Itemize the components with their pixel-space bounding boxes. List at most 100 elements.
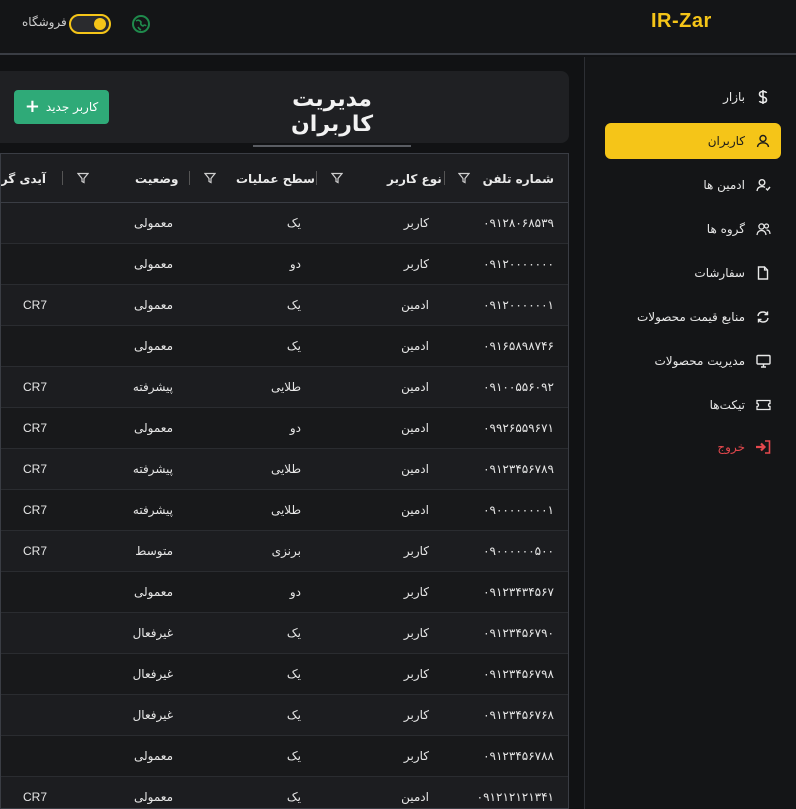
sidebar-item-label: تیکت‌ها: [709, 398, 745, 412]
cell-user-type: ادمین: [401, 380, 429, 394]
sidebar-item-groups[interactable]: گروه ها: [605, 211, 781, 247]
table-row[interactable]: ۰۹۱۲۳۴۵۶۷۹۰ کاربر یک غیرفعال: [1, 613, 568, 654]
store-toggle-label: فروشگاه: [22, 15, 67, 29]
table-row[interactable]: ۰۹۹۲۶۵۵۹۶۷۱ ادمین دو معمولی CR7: [1, 408, 568, 449]
cell-user-type: ادمین: [401, 421, 429, 435]
cell-user-type: ادمین: [401, 503, 429, 517]
sidebar-item-label: ادمین ها: [703, 178, 745, 192]
cell-operation-level: یک: [286, 708, 301, 722]
cell-phone: ۰۹۱۲۸۰۶۸۵۳۹: [483, 216, 554, 230]
table-row[interactable]: ۰۹۱۲۳۴۵۶۷۹۸ کاربر یک غیرفعال: [1, 654, 568, 695]
sidebar-item-logout[interactable]: خروج: [605, 429, 781, 465]
cell-phone: ۰۹۱۲۱۲۱۲۱۳۴۱: [476, 790, 554, 804]
sidebar-item-admins[interactable]: ادمین ها: [605, 167, 781, 203]
filter-icon[interactable]: [77, 172, 89, 184]
group-icon: [755, 221, 771, 237]
cell-user-type: کاربر: [403, 708, 429, 722]
cell-operation-level: یک: [286, 667, 301, 681]
sidebar-item-users[interactable]: کاربران: [605, 123, 781, 159]
cell-phone: ۰۹۱۲۰۰۰۰۰۰۱: [483, 298, 554, 312]
table-row[interactable]: ۰۹۱۲۱۲۱۲۱۳۴۱ ادمین یک معمولی CR7: [1, 777, 568, 808]
filter-icon[interactable]: [331, 172, 343, 184]
column-header-type[interactable]: نوع کاربر: [387, 154, 442, 203]
cell-phone: ۰۹۱۲۳۴۳۴۵۶۷: [483, 585, 554, 599]
cell-phone: ۰۹۱۰۰۵۵۶۰۹۲: [483, 380, 554, 394]
table-row[interactable]: ۰۹۱۶۵۸۹۸۷۴۶ ادمین یک معمولی: [1, 326, 568, 367]
cell-user-type: ادمین: [401, 339, 429, 353]
cell-user-type: کاربر: [403, 257, 429, 271]
cell-phone: ۰۹۱۲۳۴۵۶۷۶۸: [483, 708, 554, 722]
sidebar-item-label: خروج: [717, 440, 745, 454]
cell-user-type: ادمین: [401, 462, 429, 476]
cell-operation-level: یک: [286, 298, 301, 312]
table-row[interactable]: ۰۹۰۰۰۰۰۰۵۰۰ کاربر برنزی متوسط CR7: [1, 531, 568, 572]
cell-phone: ۰۹۰۰۰۰۰۰۰۰۱: [483, 503, 554, 517]
cell-phone: ۰۹۱۲۳۴۵۶۷۸۹: [483, 462, 554, 476]
cell-phone: ۰۹۰۰۰۰۰۰۵۰۰: [483, 544, 554, 558]
cell-status: معمولی: [133, 749, 173, 763]
cell-group-id: CR7: [23, 503, 48, 517]
sidebar-item-price-sources[interactable]: منابع قیمت محصولات: [605, 299, 781, 335]
globe-icon[interactable]: [131, 14, 151, 34]
cell-group-id: CR7: [23, 298, 48, 312]
cell-phone: ۰۹۱۲۳۴۵۶۷۹۰: [483, 626, 554, 640]
table-row[interactable]: ۰۹۱۲۳۴۳۴۵۶۷ کاربر دو معمولی: [1, 572, 568, 613]
cell-status: متوسط: [135, 544, 173, 558]
filter-icon[interactable]: [458, 172, 470, 184]
column-header-level[interactable]: سطح عملیات: [236, 154, 315, 203]
add-user-button[interactable]: کاربر جدید +: [14, 90, 109, 124]
brand-logo[interactable]: IR-Zar: [651, 10, 712, 33]
cell-status: پیشرفته: [132, 503, 173, 517]
sidebar: بازار کاربران ادمین ها گروه ها سفارشات م…: [584, 57, 796, 809]
column-header-status[interactable]: وضعیت: [135, 154, 178, 203]
users-table: شماره تلفن نوع کاربر سطح عملیات وضعیت آی…: [0, 153, 569, 809]
cell-phone: ۰۹۱۲۳۴۵۶۷۹۸: [483, 667, 554, 681]
table-row[interactable]: ۰۹۱۲۳۴۵۶۷۶۸ کاربر یک غیرفعال: [1, 695, 568, 736]
filter-icon[interactable]: [204, 172, 216, 184]
cell-operation-level: دو: [289, 421, 301, 435]
cell-operation-level: دو: [289, 257, 301, 271]
sidebar-item-label: کاربران: [707, 134, 745, 148]
cell-phone: ۰۹۱۶۵۸۹۸۷۴۶: [483, 339, 554, 353]
cell-status: معمولی: [133, 298, 173, 312]
cell-status: معمولی: [133, 790, 173, 804]
table-row[interactable]: ۰۹۱۲۳۴۵۶۷۸۹ ادمین طلایی پیشرفته CR7: [1, 449, 568, 490]
table-row[interactable]: ۰۹۱۰۰۵۵۶۰۹۲ ادمین طلایی پیشرفته CR7: [1, 367, 568, 408]
dollar-icon: [755, 89, 771, 105]
cell-operation-level: یک: [286, 626, 301, 640]
cell-phone: ۰۹۱۲۳۴۵۶۷۸۸: [483, 749, 554, 763]
table-row[interactable]: ۰۹۱۲۳۴۵۶۷۸۸ کاربر یک معمولی: [1, 736, 568, 777]
cell-status: معمولی: [133, 585, 173, 599]
top-bar: IR-Zar فروشگاه: [0, 0, 796, 55]
sidebar-item-tickets[interactable]: تیکت‌ها: [605, 387, 781, 423]
cell-phone: ۰۹۹۲۶۵۵۹۶۷۱: [483, 421, 554, 435]
sidebar-item-label: منابع قیمت محصولات: [636, 310, 745, 324]
sidebar-item-label: گروه ها: [706, 222, 745, 236]
logout-icon: [755, 439, 771, 455]
page-header: مدیریت کاربران کاربر جدید +: [0, 71, 569, 147]
add-user-button-label: کاربر جدید: [45, 100, 99, 114]
sidebar-item-label: سفارشات: [694, 266, 745, 280]
ticket-icon: [755, 397, 771, 413]
sidebar-item-orders[interactable]: سفارشات: [605, 255, 781, 291]
user-icon: [755, 133, 771, 149]
table-row[interactable]: ۰۹۱۲۰۰۰۰۰۰۰ کاربر دو معمولی: [1, 244, 568, 285]
sidebar-item-products[interactable]: مدیریت محصولات: [605, 343, 781, 379]
cell-operation-level: یک: [286, 790, 301, 804]
cell-user-type: ادمین: [401, 298, 429, 312]
cell-status: پیشرفته: [132, 462, 173, 476]
table-row[interactable]: ۰۹۰۰۰۰۰۰۰۰۱ ادمین طلایی پیشرفته CR7: [1, 490, 568, 531]
column-header-phone[interactable]: شماره تلفن: [483, 154, 554, 203]
cell-operation-level: طلایی: [270, 503, 301, 517]
table-header: شماره تلفن نوع کاربر سطح عملیات وضعیت آی…: [1, 154, 568, 203]
column-header-group-id[interactable]: آیدی گروه: [1, 154, 46, 203]
table-row[interactable]: ۰۹۱۲۰۰۰۰۰۰۱ ادمین یک معمولی CR7: [1, 285, 568, 326]
cell-group-id: CR7: [23, 790, 48, 804]
sidebar-item-label: بازار: [723, 90, 745, 104]
monitor-icon: [755, 353, 771, 369]
table-row[interactable]: ۰۹۱۲۸۰۶۸۵۳۹ کاربر یک معمولی: [1, 203, 568, 244]
sidebar-item-market[interactable]: بازار: [605, 79, 781, 115]
cell-user-type: ادمین: [401, 790, 429, 804]
store-toggle[interactable]: [69, 14, 111, 34]
cell-operation-level: دو: [289, 585, 301, 599]
